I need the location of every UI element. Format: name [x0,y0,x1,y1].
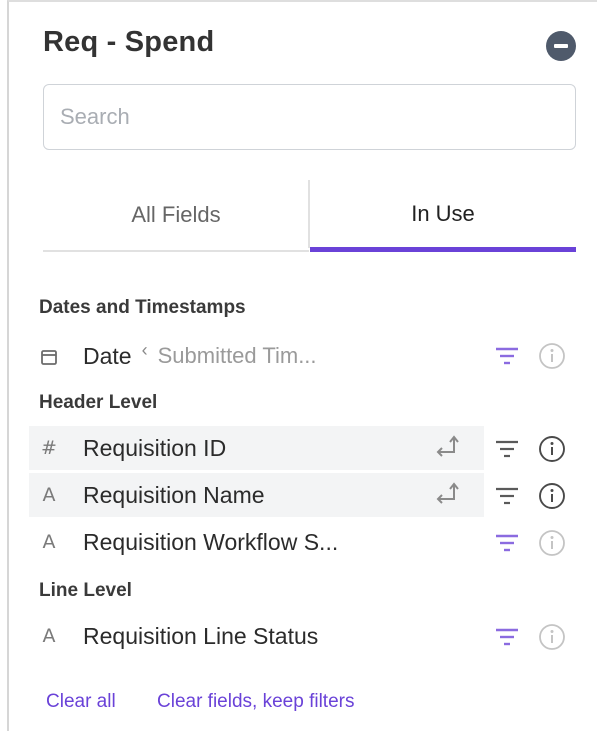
field-label: Requisition Line Status [83,622,319,649]
filter-icon[interactable] [493,533,521,553]
field-row-requisition-workflow[interactable]: A Requisition Workflow S... [29,520,484,564]
field-label: Requisition Workflow S... [83,528,339,555]
section-title-dates: Dates and Timestamps [39,297,246,318]
text-type-icon: A [42,484,56,506]
field-picker-panel: Req - Spend All Fields In Use Dates and … [7,0,597,731]
panel-title: Req - Spend [43,26,215,58]
chevron-left-icon: ‹ [141,339,148,360]
section-title-line-level: Line Level [39,580,132,601]
tab-all-fields[interactable]: All Fields [43,180,309,252]
field-row-requisition-id[interactable]: # Requisition ID [29,426,484,470]
search-input[interactable] [43,84,576,150]
info-icon[interactable] [538,623,566,651]
tab-bar: All Fields In Use [43,180,576,252]
field-label: Requisition Name [83,481,265,508]
field-row-requisition-line-status[interactable]: A Requisition Line Status [29,614,484,658]
field-label: Requisition ID [83,434,227,461]
filter-icon[interactable] [493,486,521,506]
minus-circle-icon[interactable] [546,31,576,61]
pivot-icon[interactable] [434,434,462,462]
field-label: Date [83,342,132,369]
tab-in-use[interactable]: In Use [310,180,576,252]
field-row-requisition-name[interactable]: A Requisition Name [29,473,484,517]
text-type-icon: A [42,625,56,647]
filter-icon[interactable] [493,439,521,459]
pivot-icon[interactable] [434,481,462,509]
text-type-icon: A [42,531,56,553]
info-icon[interactable] [538,342,566,370]
section-title-header-level: Header Level [39,392,158,413]
info-icon[interactable] [538,482,566,510]
clear-fields-keep-filters-link[interactable]: Clear fields, keep filters [157,691,354,713]
calendar-icon [29,345,69,367]
filter-icon[interactable] [493,627,521,647]
info-icon[interactable] [538,529,566,557]
info-icon[interactable] [538,435,566,463]
field-row-date[interactable]: Date ‹ Submitted Tim... [29,334,484,378]
filter-icon[interactable] [493,346,521,366]
clear-all-link[interactable]: Clear all [46,691,116,713]
field-sub-label: Submitted Tim... [157,343,317,368]
number-type-icon: # [41,437,57,459]
